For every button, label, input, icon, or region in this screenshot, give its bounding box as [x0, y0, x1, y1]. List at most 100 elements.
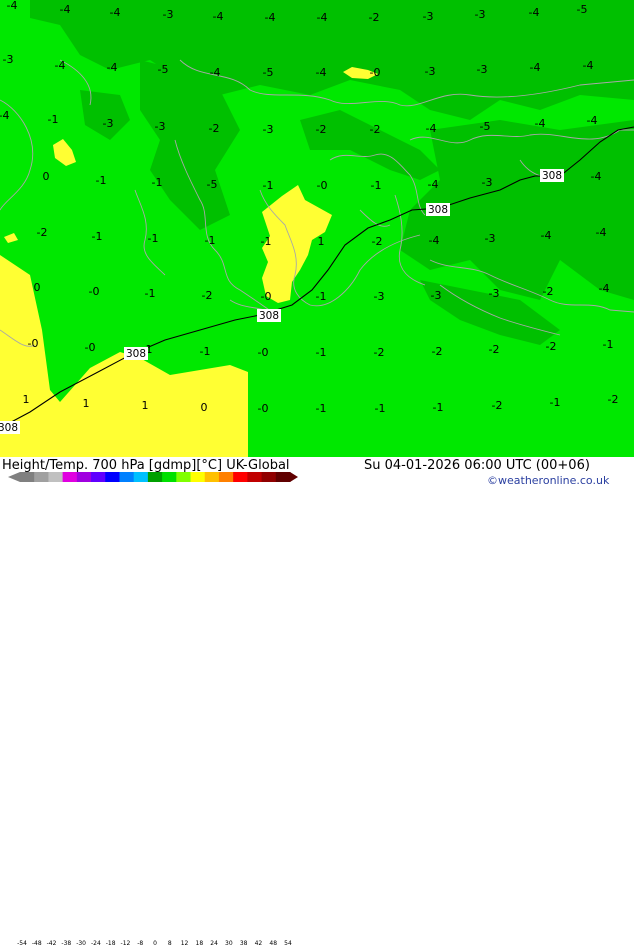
colorbar-tick-label: 24	[210, 940, 218, 947]
contour-label: -3	[475, 8, 486, 21]
contour-label: 1	[142, 399, 149, 412]
contour-label: -3	[431, 289, 442, 302]
contour-label: -3	[482, 176, 493, 189]
colorbar-cell	[162, 472, 177, 482]
contour-label: -4	[535, 117, 546, 130]
contour-label: -1	[316, 290, 327, 303]
contour-label: -4	[599, 282, 610, 295]
contour-label: -2	[209, 122, 220, 135]
contour-label: -2	[369, 11, 380, 24]
colorbar-tick-label: 18	[195, 940, 204, 947]
contour-label: -1	[371, 179, 382, 192]
contour-label: -1	[375, 402, 386, 415]
contour-label: -2	[489, 343, 500, 356]
contour-label: -4	[265, 11, 276, 24]
contour-label: -1	[263, 179, 274, 192]
contour-label: -5	[480, 120, 491, 133]
colorbar-cell	[76, 472, 92, 482]
cold-zone-center	[300, 110, 440, 180]
credit-link[interactable]: ©weatheronline.co.uk	[487, 474, 609, 487]
contour-label: -4	[55, 59, 66, 72]
colorbar-tick-label: 12	[180, 940, 189, 947]
colorbar-tick-label: 54	[284, 940, 292, 947]
colorbar-cell	[176, 472, 192, 482]
height-label-308: 308	[426, 203, 450, 216]
contour-label: -0	[317, 179, 328, 192]
colorbar-tick-label: 8	[167, 940, 172, 947]
colorbar-cell	[20, 472, 35, 482]
colorbar-cell	[48, 472, 64, 482]
svg-text:308: 308	[428, 204, 448, 216]
contour-label: -1	[96, 174, 107, 187]
contour-label: 0	[201, 401, 208, 414]
colorbar-tick-label: 30	[225, 940, 233, 947]
contour-label: -3	[3, 53, 14, 66]
contour-label: -0	[258, 346, 269, 359]
contour-label: -3	[263, 123, 274, 136]
colorbar-tick-label: -24	[90, 940, 101, 947]
contour-label: -3	[103, 117, 114, 130]
contour-label: 0	[34, 281, 41, 294]
contour-label: -0	[85, 341, 96, 354]
contour-label: -0	[261, 290, 272, 303]
contour-label: -1	[152, 176, 163, 189]
warm-blob-edge	[4, 233, 18, 243]
contour-label: -2	[316, 123, 327, 136]
contour-label: -2	[546, 340, 557, 353]
contour-label: -4	[426, 122, 437, 135]
contour-label: -3	[423, 10, 434, 23]
colorbar-cell	[34, 472, 49, 482]
colorbar-tick-label: -48	[31, 940, 42, 947]
contour-label: -1	[550, 396, 561, 409]
contour-label: -4	[530, 61, 541, 74]
colorbar-tick-label: -8	[137, 940, 144, 947]
contour-label: -4	[596, 226, 607, 239]
contour-label: -1	[316, 346, 327, 359]
contour-label: -3	[425, 65, 436, 78]
colorbar-tick-label: -30	[76, 940, 87, 947]
height-label-308: 308	[257, 309, 281, 322]
colorbar-tick-label: 48	[269, 940, 278, 947]
contour-label: -2	[372, 235, 383, 248]
height-label-308: 308	[124, 347, 148, 360]
contour-label: -2	[432, 345, 443, 358]
contour-label: -4	[428, 178, 439, 191]
contour-label: -3	[374, 290, 385, 303]
contour-label: -1	[261, 235, 272, 248]
contour-label: -4	[529, 6, 540, 19]
contour-label: -2	[37, 226, 48, 239]
contour-label: -1	[205, 234, 216, 247]
contour-label: -5	[263, 66, 274, 79]
contour-label: -4	[316, 66, 327, 79]
contour-label: -4	[591, 170, 602, 183]
contour-label: -2	[543, 285, 554, 298]
contour-label: -5	[577, 3, 588, 16]
contour-label: -2	[370, 123, 381, 136]
contour-label: -4	[110, 6, 121, 19]
contour-label: -4	[541, 229, 552, 242]
colorbar-cell	[62, 472, 78, 482]
contour-label: -4	[317, 11, 328, 24]
contour-label: -1	[603, 338, 614, 351]
height-label-308: 308	[0, 421, 20, 434]
colorbar-tick-label: 42	[254, 940, 263, 947]
height-label-308: 308	[540, 169, 564, 182]
colorbar-tick-label: -12	[120, 940, 131, 947]
colorbar-tick-label: 38	[239, 940, 248, 947]
contour-label: -4	[587, 114, 598, 127]
colorbar-cell	[247, 472, 263, 482]
map-title: Height/Temp. 700 hPa [gdmp][°C] UK-Globa…	[2, 458, 290, 473]
contour-label: -4	[583, 59, 594, 72]
valid-datetime: Su 04-01-2026 06:00 UTC (00+06)	[364, 458, 590, 473]
contour-label: -4	[210, 66, 221, 79]
contour-label: 0	[43, 170, 50, 183]
contour-label: -0	[28, 337, 39, 350]
contour-label: -3	[163, 8, 174, 21]
contour-label: -4	[60, 3, 71, 16]
contour-label: -4	[107, 61, 118, 74]
contour-label: -3	[485, 232, 496, 245]
colorbar	[8, 472, 298, 482]
contour-label: -4	[0, 109, 9, 122]
contour-label: -1	[92, 230, 103, 243]
colorbar-tick-label: 0	[153, 940, 157, 947]
